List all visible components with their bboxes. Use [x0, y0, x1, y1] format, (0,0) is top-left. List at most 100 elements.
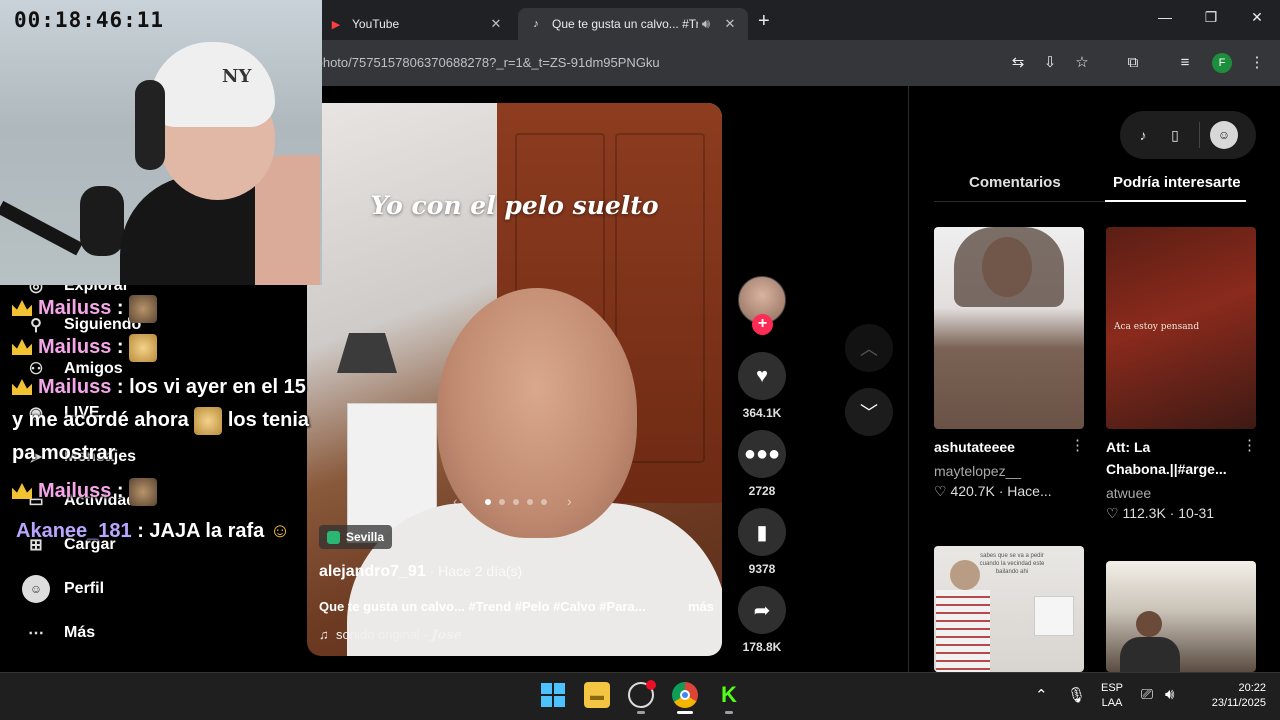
suggestion-stats: ♡ 112.3K · 10-31 [1106, 505, 1215, 521]
close-window-button[interactable]: ✕ [1245, 9, 1269, 26]
start-button[interactable] [540, 682, 566, 708]
crown-badge-icon [12, 483, 32, 499]
emote-icon [129, 477, 158, 506]
user-avatar[interactable]: ☺ [1210, 121, 1238, 149]
video-player[interactable]: Yo con el pelo suelto ‹ › Sevilla alejan… [307, 103, 722, 656]
heart-outline-icon: ♡ [934, 483, 951, 499]
phone-icon[interactable]: ▯ [1164, 124, 1186, 146]
suggestion-stats: ♡ 420.7K · Hace... [934, 483, 1052, 499]
media-control-icon[interactable]: ≡ [1174, 52, 1196, 74]
sidebar-item-mas[interactable]: ⋯ Más [22, 619, 95, 647]
bookmark-icon: ▮ [756, 521, 768, 544]
browser-menu-icon[interactable]: ⋮ [1246, 52, 1268, 74]
suggestion-user[interactable]: maytelopez__ [934, 463, 1021, 479]
tiktok-app-icon[interactable]: ♪ [1132, 124, 1154, 146]
extensions-icon[interactable]: ⧉ [1122, 52, 1144, 74]
save-button[interactable]: ▮ [738, 508, 786, 556]
like-count: 364.1K [742, 406, 782, 420]
comment-button[interactable]: ●●● [738, 430, 786, 478]
network-icon[interactable]: ⎚ [1141, 686, 1153, 703]
sidebar-item-perfil[interactable]: ☺ Perfil [22, 575, 104, 603]
translate-icon[interactable]: ⇆ [1007, 52, 1029, 74]
heart-outline-icon: ♡ [1106, 505, 1123, 521]
follow-button[interactable]: + [752, 314, 773, 335]
tab-youtube[interactable]: ▶ YouTube ✕ [318, 8, 514, 40]
comment-icon: ●●● [743, 442, 781, 465]
video-author[interactable]: alejandro7_91 · Hace 2 día(s) [319, 563, 522, 581]
tab-tiktok[interactable]: ♪ Que te gusta un calvo... #Tre 🔊︎ ✕ [518, 8, 748, 40]
url-field[interactable]: /photo/7575157806370688278?_r=1&_t=ZS-91… [312, 55, 660, 70]
share-icon: ➦ [753, 599, 771, 622]
divider [1199, 122, 1200, 148]
suggestion-title[interactable]: ashutateeee [934, 436, 1015, 458]
stream-timer: 00:18:46:11 [14, 8, 165, 32]
restore-button[interactable]: ❐ [1199, 9, 1223, 26]
tab-comentarios[interactable]: Comentarios [969, 174, 1061, 191]
chat-message: Mailuss : [12, 292, 158, 324]
volume-icon[interactable]: 🔊︎ [1165, 686, 1174, 703]
tab-podria-interesarte[interactable]: Podría interesarte [1113, 174, 1241, 191]
emote-icon [129, 294, 158, 323]
suggestion-user[interactable]: atwuee [1106, 485, 1151, 501]
kick-icon[interactable]: K [716, 682, 742, 708]
post-time: · Hace 2 día(s) [425, 563, 523, 579]
close-tab-icon[interactable]: ✕ [488, 16, 504, 32]
share-button[interactable]: ➦ [738, 586, 786, 634]
tab-audio-icon[interactable]: 🔊︎ [698, 16, 714, 32]
suggestion-title[interactable]: Att: La Chabona.||#arge... [1106, 436, 1246, 480]
music-note-icon: ♫ [319, 627, 336, 642]
suggestion-thumbnail[interactable] [934, 227, 1084, 429]
video-lamp [337, 333, 397, 373]
slide-dot[interactable] [513, 499, 519, 505]
save-count: 9378 [748, 562, 776, 576]
like-button[interactable]: ♥ [738, 352, 786, 400]
next-slide-icon[interactable]: › [567, 493, 572, 509]
location-badge[interactable]: Sevilla [319, 525, 393, 549]
chrome-icon[interactable] [672, 682, 698, 708]
chevron-up-icon: ︿ [860, 339, 878, 359]
crown-badge-icon [12, 300, 32, 316]
suggestion-thumbnail[interactable]: sabes que se va a pedir cuando la vecind… [934, 546, 1084, 672]
slide-dot[interactable] [527, 499, 533, 505]
more-button[interactable]: más [688, 599, 714, 614]
crown-badge-icon [12, 379, 32, 395]
more-options-icon[interactable]: ⋮ [1070, 436, 1085, 454]
mic-arm [0, 200, 83, 256]
emote-icon [194, 406, 223, 435]
active-tab-indicator [1105, 200, 1246, 202]
youtube-icon: ▶ [331, 18, 341, 31]
next-video-button[interactable]: ﹀ [845, 388, 893, 436]
new-tab-button[interactable]: + [758, 10, 770, 33]
microphone-icon[interactable]: 🎙︎ [1067, 686, 1086, 704]
chat-message: Mailuss : [12, 475, 158, 507]
language-indicator[interactable]: ESP LAA [1096, 681, 1128, 711]
suggestion-thumbnail[interactable] [1106, 561, 1256, 672]
chevron-down-icon: ﹀ [860, 403, 878, 423]
suggestion-thumbnail[interactable]: Aca estoy pensand [1106, 227, 1256, 429]
laughing-emoji-icon: ☺ [264, 520, 291, 542]
previous-video-button[interactable]: ︿ [845, 324, 893, 372]
windows-logo-icon [541, 683, 565, 707]
ny-logo: NY [222, 66, 252, 87]
more-options-icon[interactable]: ⋮ [1242, 436, 1257, 454]
sound-info[interactable]: ♫ sonido original - Jose [319, 627, 462, 643]
author-name[interactable]: alejandro7_91 [319, 563, 426, 580]
obs-icon[interactable] [628, 680, 656, 708]
minimize-button[interactable]: — [1153, 9, 1177, 25]
file-explorer-icon[interactable]: ▬ [584, 682, 610, 708]
close-tab-icon[interactable]: ✕ [722, 16, 738, 32]
slide-dot[interactable] [541, 499, 547, 505]
microphone [80, 186, 124, 256]
slide-indicator [485, 499, 547, 505]
comment-count: 2728 [748, 484, 776, 498]
chevron-up-icon[interactable]: ⌃ [1035, 686, 1048, 704]
thumbnail-caption: sabes que se va a pedir cuando la vecind… [979, 553, 1045, 575]
prev-slide-icon[interactable]: ‹ [453, 493, 458, 509]
slide-dot[interactable] [499, 499, 505, 505]
install-app-icon[interactable]: ⇩ [1039, 52, 1061, 74]
crown-badge-icon [12, 339, 32, 355]
slide-dot[interactable] [485, 499, 491, 505]
profile-avatar[interactable]: F [1212, 53, 1232, 73]
bookmark-star-icon[interactable]: ☆ [1071, 52, 1093, 74]
clock[interactable]: 20:22 23/11/2025 [1194, 681, 1274, 711]
